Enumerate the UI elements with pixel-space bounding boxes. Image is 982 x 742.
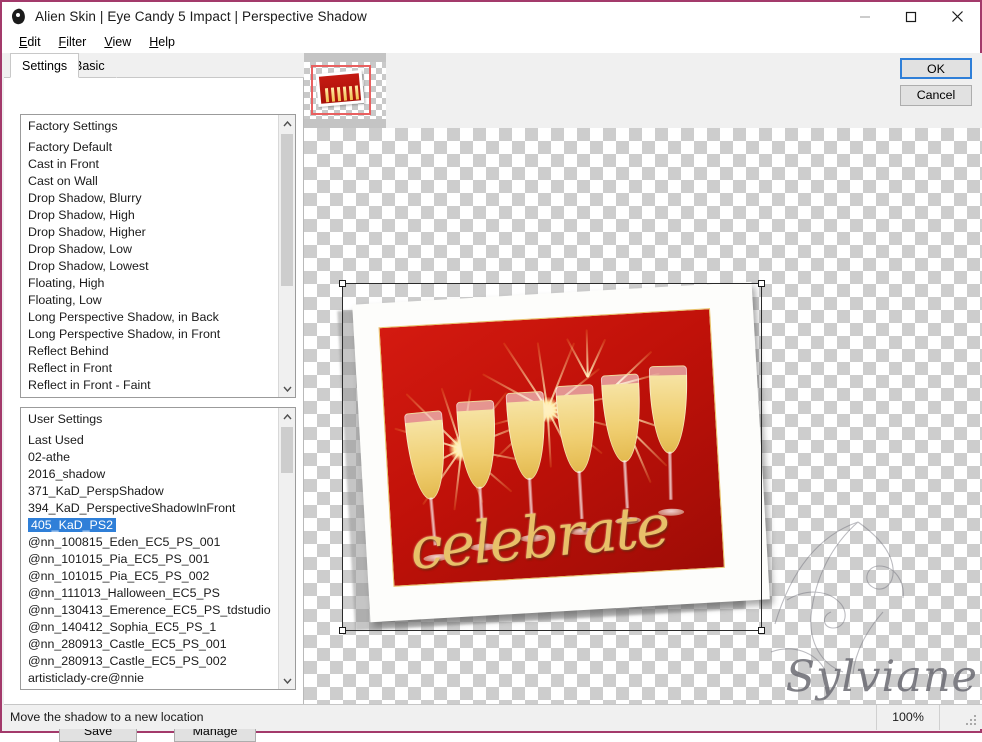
menu-help[interactable]: Help	[140, 33, 184, 51]
ok-button[interactable]: OK	[900, 58, 972, 79]
close-button[interactable]	[934, 2, 980, 31]
list-item[interactable]: @nn_280913_Castle_EC5_PS_001	[21, 636, 278, 653]
window-controls	[842, 2, 980, 31]
list-item[interactable]: @nn_101015_Pia_EC5_PS_001	[21, 551, 278, 568]
status-message: Move the shadow to a new location	[10, 710, 204, 724]
list-item[interactable]: Drop Shadow, Lowest	[21, 258, 278, 275]
tab-strip: Settings Basic	[4, 53, 304, 78]
preview-area: Preview Background: None	[304, 53, 982, 708]
scrollbar-thumb[interactable]	[281, 427, 293, 473]
user-settings-list[interactable]: User Settings Last Used 02-athe 2016_sha…	[20, 407, 296, 690]
factory-list-scrollbar[interactable]	[278, 115, 295, 397]
settings-panel: Settings Basic Factory Settings Factory …	[4, 53, 304, 742]
list-item-selected[interactable]: 405_KaD_PS2	[21, 517, 278, 534]
scroll-up-icon[interactable]	[279, 115, 295, 132]
scroll-up-icon[interactable]	[279, 408, 295, 425]
alien-skin-logo-icon	[10, 6, 27, 26]
list-item[interactable]: Drop Shadow, Higher	[21, 224, 278, 241]
menu-filter[interactable]: Filter	[50, 33, 96, 51]
list-item[interactable]: @nn_101015_Pia_EC5_PS_002	[21, 568, 278, 585]
resize-handle-top-left[interactable]	[339, 280, 346, 287]
list-item[interactable]: Floating, Low	[21, 292, 278, 309]
list-item[interactable]: 2016_shadow	[21, 466, 278, 483]
tab-settings[interactable]: Settings	[10, 53, 80, 78]
title-bar: Alien Skin | Eye Candy 5 Impact | Perspe…	[2, 2, 980, 31]
thumbnail-image	[318, 73, 362, 104]
list-item[interactable]: Long Perspective Shadow, in Back	[21, 309, 278, 326]
list-item[interactable]: Factory Default	[21, 139, 278, 156]
list-item[interactable]: 394_KaD_PerspectiveShadowInFront	[21, 500, 278, 517]
user-list-scrollbar[interactable]	[278, 408, 295, 689]
navigator-thumbnail[interactable]	[304, 53, 386, 128]
scroll-down-icon[interactable]	[279, 672, 295, 689]
user-settings-header: User Settings	[28, 412, 103, 426]
list-item[interactable]: Long Perspective Shadow, in Front	[21, 326, 278, 343]
list-item[interactable]: Last Used	[21, 432, 278, 449]
menu-edit[interactable]: Edit	[10, 33, 50, 51]
list-item[interactable]: Cast on Wall	[21, 173, 278, 190]
list-item[interactable]: @nn_111013_Halloween_EC5_PS	[21, 585, 278, 602]
list-item[interactable]: Reflect Behind	[21, 343, 278, 360]
scroll-down-icon[interactable]	[279, 380, 295, 397]
thumbnail-card	[315, 70, 365, 107]
minimize-button[interactable]	[842, 2, 888, 31]
watermark-signature: Sylviane	[785, 652, 978, 702]
list-item[interactable]: 02-athe	[21, 449, 278, 466]
factory-settings-list[interactable]: Factory Settings Factory Default Cast in…	[20, 114, 296, 398]
selected-preset-label: 405_KaD_PS2	[28, 518, 116, 532]
list-item[interactable]: Cast in Front	[21, 156, 278, 173]
list-item[interactable]: @nn_100815_Eden_EC5_PS_001	[21, 534, 278, 551]
plugin-window: Alien Skin | Eye Candy 5 Impact | Perspe…	[0, 0, 982, 742]
user-settings-list-items: User Settings Last Used 02-athe 2016_sha…	[21, 408, 278, 689]
selection-rectangle[interactable]	[339, 280, 765, 634]
resize-handle-top-right[interactable]	[758, 280, 765, 287]
list-item[interactable]: Floating, High	[21, 275, 278, 292]
window-title: Alien Skin | Eye Candy 5 Impact | Perspe…	[35, 9, 367, 24]
list-item[interactable]: Drop Shadow, High	[21, 207, 278, 224]
preview-canvas[interactable]: celebrate Sylviane	[304, 128, 982, 708]
cancel-button[interactable]: Cancel	[900, 85, 972, 106]
resize-handle-bottom-right[interactable]	[758, 627, 765, 634]
scrollbar-thumb[interactable]	[281, 134, 293, 286]
list-item[interactable]: @nn_130413_Emerence_EC5_PS_tdstudio	[21, 602, 278, 619]
zoom-level: 100%	[876, 705, 940, 730]
list-item[interactable]: Reflect in Front	[21, 360, 278, 377]
list-item[interactable]: Reflect in Front - Faint	[21, 377, 278, 394]
list-item[interactable]: @nn_280913_Castle_EC5_PS_002	[21, 653, 278, 670]
list-item[interactable]: Drop Shadow, Blurry	[21, 190, 278, 207]
resize-handle-bottom-left[interactable]	[339, 627, 346, 634]
list-item[interactable]: @nn_140412_Sophia_EC5_PS_1	[21, 619, 278, 636]
menu-bar: Edit Filter View Help	[2, 31, 980, 53]
factory-settings-header: Factory Settings	[28, 119, 118, 133]
list-item[interactable]: 371_KaD_PerspShadow	[21, 483, 278, 500]
factory-settings-list-items: Factory Settings Factory Default Cast in…	[21, 115, 278, 397]
status-bar: Move the shadow to a new location 100%	[4, 704, 982, 730]
menu-view[interactable]: View	[95, 33, 140, 51]
list-item[interactable]: artisticlady-cre@nnie	[21, 670, 278, 687]
list-item[interactable]: Drop Shadow, Low	[21, 241, 278, 258]
resize-grip-icon[interactable]	[964, 713, 976, 725]
maximize-button[interactable]	[888, 2, 934, 31]
